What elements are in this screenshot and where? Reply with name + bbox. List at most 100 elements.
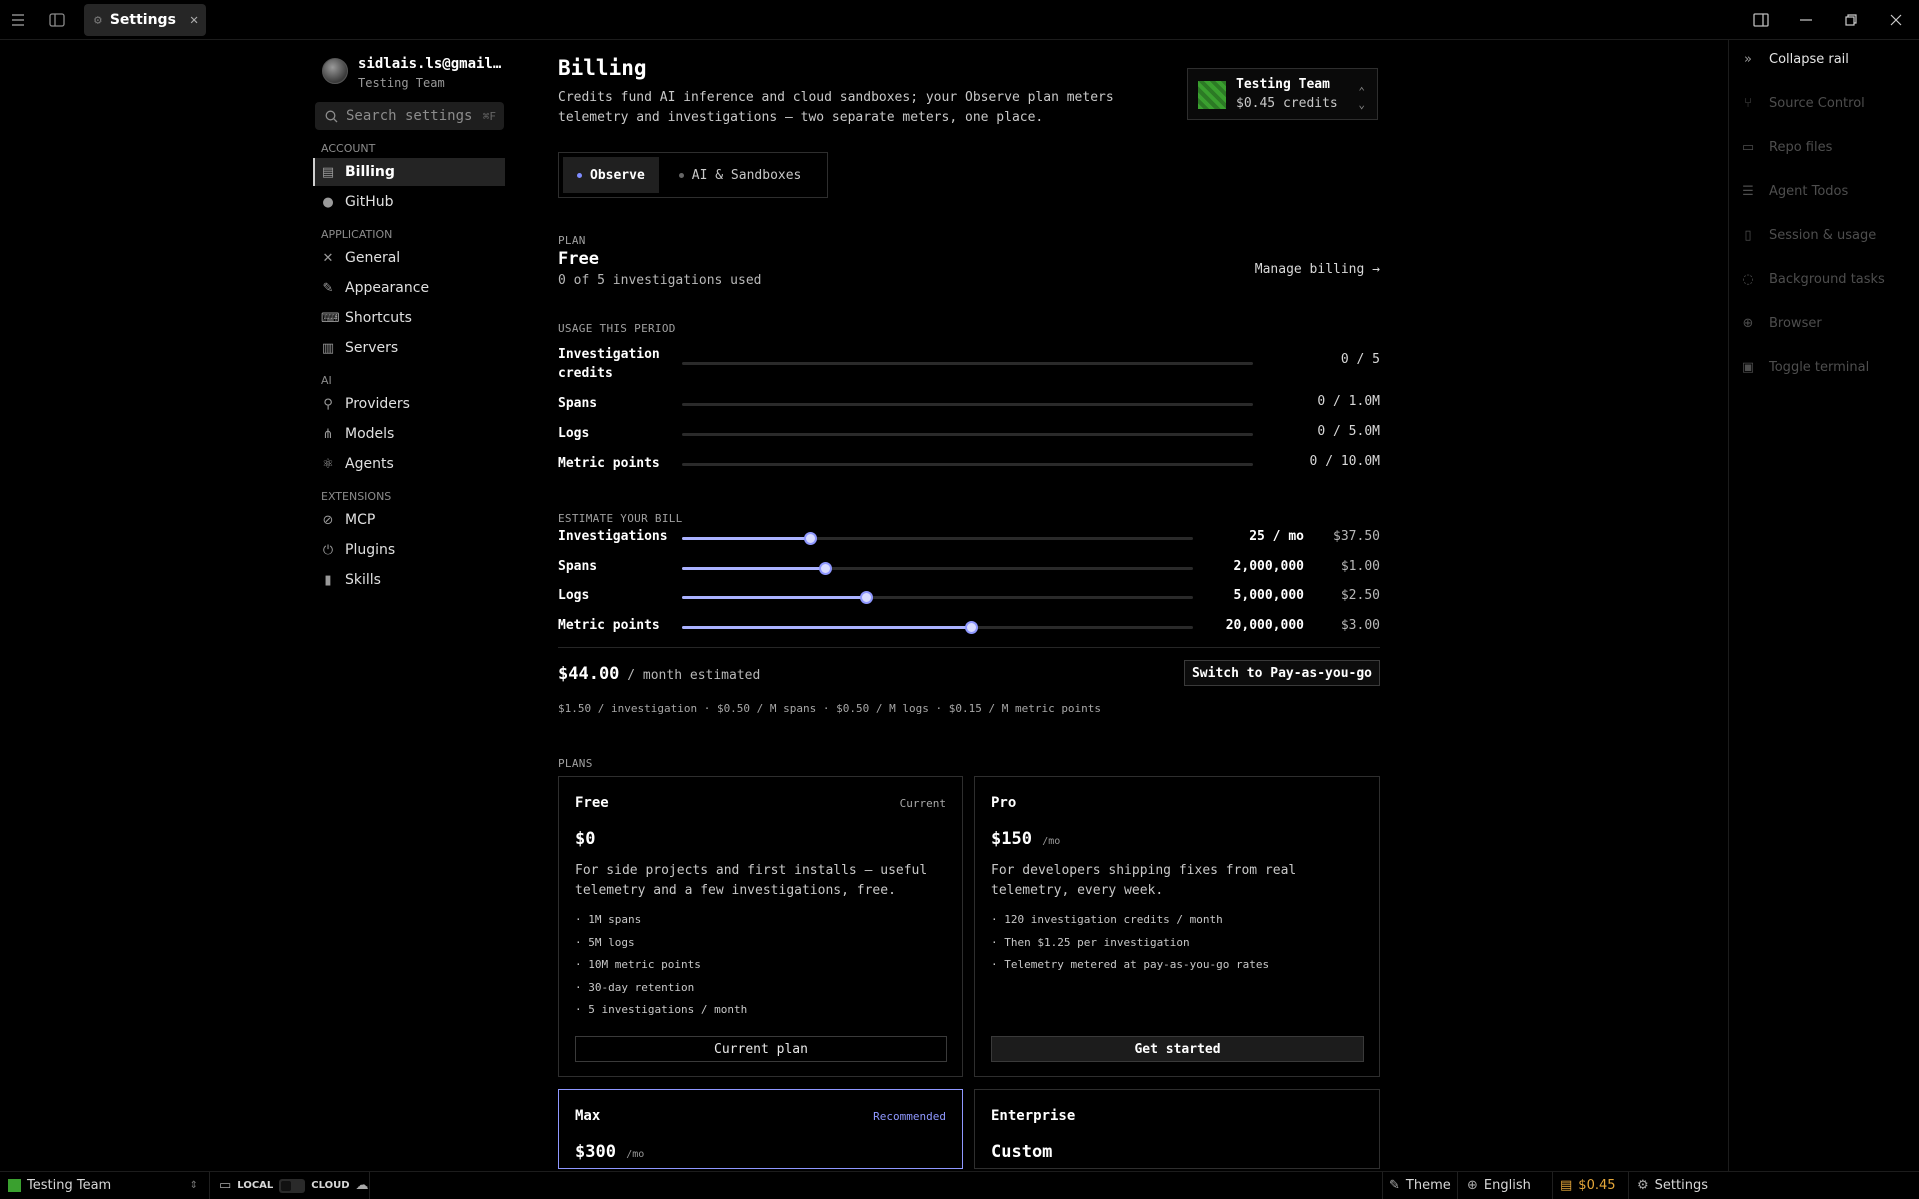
tab-observe[interactable]: Observe <box>563 157 659 193</box>
plan-card-description: For side projects and first installs — u… <box>575 863 928 898</box>
tab-settings[interactable]: ⚙ Settings ✕ <box>84 4 206 36</box>
rail-item-toggle-terminal[interactable]: ▣ Toggle terminal <box>1741 360 1869 375</box>
sidebar-item-mcp[interactable]: ⊘ MCP <box>313 506 505 534</box>
user-profile[interactable]: sidlais.ls@gmail… Testing Team <box>313 54 505 94</box>
plan-card-pro: Pro $150 /mo For developers shipping fix… <box>974 776 1380 1077</box>
sidebar-item-servers[interactable]: ▥ Servers <box>313 334 505 362</box>
estimate-slider[interactable] <box>682 532 1193 545</box>
tab-label: AI & Sandboxes <box>691 167 802 183</box>
usage-name: Spans <box>558 396 598 411</box>
rail-item-background-tasks[interactable]: ◌ Background tasks <box>1741 272 1885 287</box>
section-ai: AI <box>321 374 332 387</box>
slider-handle[interactable] <box>964 620 978 634</box>
section-extensions: EXTENSIONS <box>321 490 392 503</box>
terminal-icon: ▣ <box>1741 360 1755 375</box>
sidebar-item-billing[interactable]: ▤ Billing <box>313 158 505 186</box>
usage-name: Metric points <box>558 456 660 471</box>
tab-ai-sandboxes[interactable]: AI & Sandboxes <box>665 157 816 193</box>
sidebar-item-label: Servers <box>345 340 399 356</box>
team-switcher[interactable]: Testing Team $0.45 credits ⌃ ⌄ <box>1187 68 1378 120</box>
list-item: · 1M spans <box>575 913 642 926</box>
tools-icon: ✕ <box>322 250 334 266</box>
sidebar-item-label: Plugins <box>345 542 396 558</box>
usage-bar <box>682 433 1253 436</box>
manage-billing-link[interactable]: Manage billing → <box>1255 262 1380 277</box>
tab-label: Settings <box>109 12 176 28</box>
get-started-button[interactable]: Get started <box>991 1036 1364 1062</box>
rail-item-session-usage[interactable]: ▯ Session & usage <box>1741 228 1876 243</box>
search-input[interactable]: Search settings ⌘F <box>315 102 504 130</box>
sidebar-item-agents[interactable]: ⚛ Agents <box>313 450 505 478</box>
slider-handle[interactable] <box>819 561 833 575</box>
plug-icon: ⚲ <box>323 396 333 412</box>
plan-card-free: Free Current $0 For side projects and fi… <box>558 776 963 1077</box>
usage-name: Investigation credits <box>558 347 660 381</box>
usage-bar <box>682 403 1253 406</box>
sidebar-item-label: MCP <box>345 512 376 528</box>
palette-icon: ✎ <box>1389 1178 1400 1193</box>
mcp-icon: ⊘ <box>322 512 334 528</box>
list-item: · 10M metric points <box>575 958 701 971</box>
usage-row: Spans 0 / 1.0M <box>558 394 1380 424</box>
restore-icon[interactable] <box>1841 10 1861 30</box>
right-panel-toggle-icon[interactable] <box>1751 10 1771 30</box>
rail-item-source-control[interactable]: ⑂ Source Control <box>1741 96 1865 111</box>
sidebar-item-skills[interactable]: ▮ Skills <box>313 566 505 594</box>
rail-item-browser[interactable]: ⊕ Browser <box>1741 316 1822 331</box>
minimize-icon[interactable] <box>1796 10 1816 30</box>
credits-button[interactable]: ▤ $0.45 <box>1560 1172 1616 1199</box>
price-amount: $150 <box>991 829 1032 849</box>
slider-handle[interactable] <box>803 532 817 545</box>
sidebar-item-shortcuts[interactable]: ⌨ Shortcuts <box>313 304 505 332</box>
local-label: LOCAL <box>237 1180 274 1191</box>
sidebar-toggle-icon[interactable] <box>47 10 67 30</box>
current-plan-button[interactable]: Current plan <box>575 1036 947 1062</box>
plan-card-description: For developers shipping fixes from real … <box>991 863 1297 898</box>
sidebar-item-general[interactable]: ✕ General <box>313 244 505 272</box>
menu-icon[interactable] <box>8 10 28 30</box>
estimate-row: Investigations 25 / mo $37.50 <box>558 529 1380 559</box>
usage-bar <box>682 362 1253 365</box>
sidebar-item-plugins[interactable]: ⏻ Plugins <box>313 536 505 564</box>
user-email: sidlais.ls@gmail… <box>358 56 502 72</box>
sidebar-item-providers[interactable]: ⚲ Providers <box>313 390 505 418</box>
rates-line: $1.50 / investigation · $0.50 / M spans … <box>558 702 1102 715</box>
rail-item-agent-todos[interactable]: ☰ Agent Todos <box>1741 184 1848 199</box>
plug-icon: ⏻ <box>322 542 334 558</box>
env-toggle[interactable]: ▭ LOCAL CLOUD ☁ <box>219 1172 369 1199</box>
switch-payg-button[interactable]: Switch to Pay-as-you-go <box>1183 660 1380 686</box>
slider-handle[interactable] <box>859 591 873 604</box>
cloud-icon: ☁ <box>355 1178 369 1193</box>
usage-section: USAGE THIS PERIOD Investigation credits … <box>558 322 1380 484</box>
theme-label: Theme <box>1405 1178 1451 1193</box>
theme-button[interactable]: ✎ Theme <box>1389 1172 1451 1199</box>
sidebar-item-appearance[interactable]: ✎ Appearance <box>313 274 505 302</box>
monitor-icon: ▭ <box>219 1178 232 1193</box>
slider-fill <box>682 596 866 599</box>
close-window-icon[interactable] <box>1886 10 1906 30</box>
sidebar-item-models[interactable]: ⋔ Models <box>313 420 505 448</box>
collapse-rail-button[interactable]: » Collapse rail <box>1741 52 1849 67</box>
bars-icon: ▮ <box>324 572 332 588</box>
estimate-slider[interactable] <box>682 620 1193 634</box>
right-rail: » Collapse rail ⑂ Source Control ▭ Repo … <box>1728 40 1919 1173</box>
rail-item-repo-files[interactable]: ▭ Repo files <box>1741 140 1833 155</box>
local-cloud-toggle[interactable] <box>279 1178 306 1193</box>
price-amount: $300 <box>575 1142 616 1162</box>
rail-item-label: Source Control <box>1769 96 1865 111</box>
close-icon[interactable]: ✕ <box>190 12 198 28</box>
language-button[interactable]: ⊕ English <box>1467 1172 1531 1199</box>
settings-button[interactable]: ⚙ Settings <box>1637 1172 1708 1199</box>
total-amount: $44.00 <box>558 664 620 684</box>
slider-fill <box>682 537 810 540</box>
usage-row: Investigation credits 0 / 5 <box>558 345 1380 394</box>
team-selector[interactable]: Testing Team ⇕ <box>8 1172 198 1199</box>
plans-label: PLANS <box>558 757 593 770</box>
plan-feature-list: · 1M spans · 5M logs · 10M metric points… <box>575 913 747 1026</box>
estimate-slider[interactable] <box>682 591 1193 604</box>
double-chevron-right-icon: » <box>1744 52 1752 67</box>
rail-item-label: Toggle terminal <box>1769 360 1870 375</box>
sidebar-item-github[interactable]: ● GitHub <box>313 188 505 216</box>
estimate-slider[interactable] <box>682 561 1193 575</box>
sidebar-item-label: Shortcuts <box>345 310 412 326</box>
